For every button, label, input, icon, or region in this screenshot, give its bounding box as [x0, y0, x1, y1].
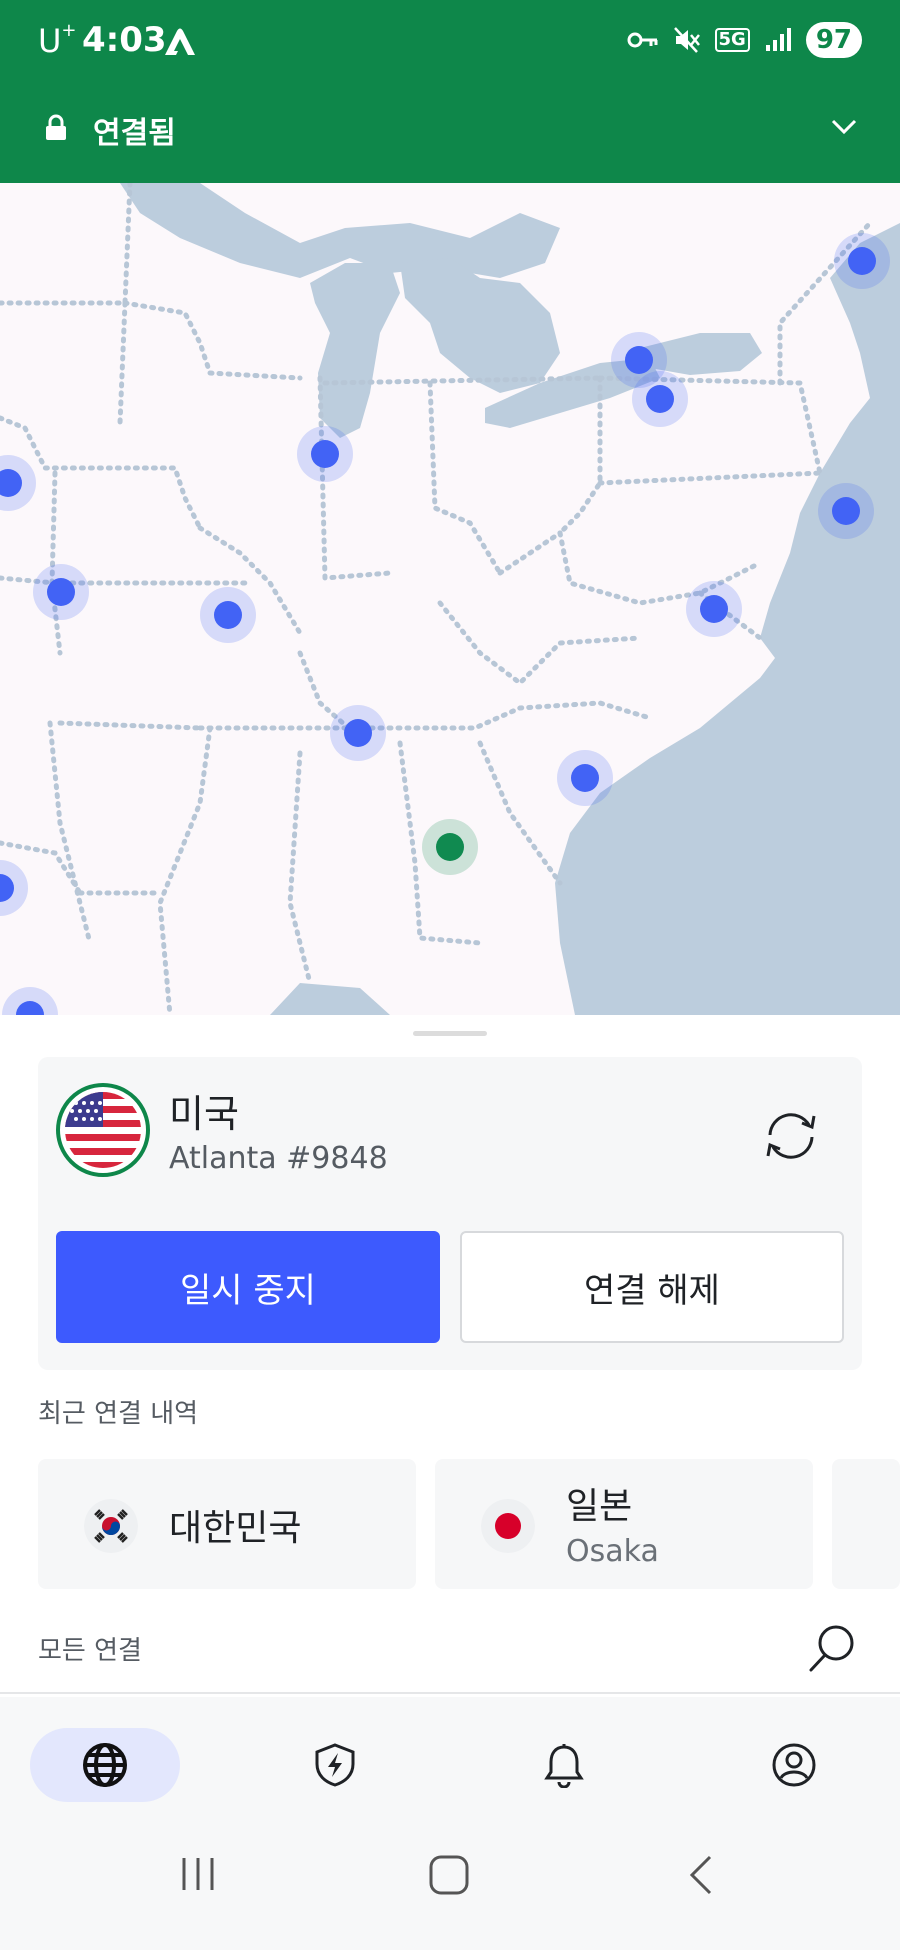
- sheet-drag-handle[interactable]: [413, 1031, 487, 1036]
- pause-button[interactable]: 일시 중지: [56, 1231, 440, 1343]
- globe-icon: [83, 1743, 127, 1787]
- status-time: 4:03: [82, 20, 167, 60]
- connection-card: 미국 Atlanta #9848 일시 중지 연결 해제: [38, 1057, 862, 1370]
- signal-icon: [765, 28, 791, 51]
- nav-tab-threat-protection[interactable]: [260, 1728, 410, 1802]
- recent-item-partial[interactable]: [832, 1459, 900, 1589]
- recent-item-korea[interactable]: 대한민국: [38, 1459, 416, 1589]
- search-icon[interactable]: [806, 1623, 858, 1675]
- home-icon[interactable]: [428, 1854, 470, 1896]
- lake-michigan: [310, 263, 400, 438]
- server-marker: [200, 587, 256, 643]
- key-icon: [627, 32, 657, 48]
- server-marker: [557, 750, 613, 806]
- mute-icon: [673, 27, 700, 53]
- lake-huron: [400, 258, 560, 393]
- recent-apps-icon[interactable]: [178, 1854, 218, 1894]
- network-type: 5G: [714, 28, 750, 52]
- lock-icon: [46, 114, 66, 140]
- lake-superior: [120, 183, 560, 278]
- gulf-of-mexico: [270, 983, 390, 1015]
- disconnect-button[interactable]: 연결 해제: [460, 1231, 844, 1343]
- map-canvas: [0, 183, 900, 1015]
- us-flag-icon: [56, 1083, 150, 1177]
- server-marker: [33, 564, 89, 620]
- recent-item-japan[interactable]: 일본 Osaka: [435, 1459, 813, 1589]
- connection-status-bar[interactable]: 연결됨: [0, 90, 900, 170]
- recent-connections-title: 최근 연결 내역: [38, 1399, 199, 1429]
- carrier-label: U+: [38, 20, 77, 60]
- connection-status-label: 연결됨: [93, 116, 176, 151]
- korea-flag-icon: [84, 1499, 138, 1553]
- server-marker: [686, 581, 742, 637]
- chevron-down-icon[interactable]: [830, 118, 858, 136]
- refresh-icon[interactable]: [762, 1111, 820, 1161]
- back-icon[interactable]: [686, 1854, 716, 1896]
- server-marker: [0, 455, 36, 511]
- connected-server: Atlanta #9848: [169, 1141, 388, 1176]
- top-bar: U+ 4:03 5G 97 연결됨: [0, 0, 900, 183]
- nav-tab-profile[interactable]: [719, 1728, 869, 1802]
- recent-item-city: Osaka: [566, 1534, 659, 1569]
- profile-icon: [772, 1743, 816, 1787]
- server-marker: [330, 705, 386, 761]
- server-marker: [834, 233, 890, 289]
- connected-server-marker: [422, 819, 478, 875]
- server-marker: [297, 426, 353, 482]
- server-marker: [0, 860, 28, 916]
- bottom-nav: [0, 1697, 900, 1812]
- recent-item-country: 일본: [566, 1486, 633, 1527]
- server-marker: [632, 371, 688, 427]
- system-nav-bar: [0, 1812, 900, 1950]
- status-bar: U+ 4:03 5G 97: [0, 0, 900, 85]
- all-connections-title: 모든 연결: [38, 1636, 142, 1666]
- status-icons: 5G 97: [627, 22, 862, 58]
- server-marker: [2, 987, 58, 1015]
- sheet-divider: [0, 1692, 900, 1694]
- bottom-sheet: 미국 Atlanta #9848 일시 중지 연결 해제 최근 연결 내역 대한…: [0, 1015, 900, 1695]
- nav-tab-notifications[interactable]: [489, 1728, 639, 1802]
- battery-badge: 97: [805, 22, 862, 58]
- server-map[interactable]: [0, 183, 900, 1015]
- shield-bolt-icon: [315, 1743, 355, 1787]
- vpn-logo-icon: [165, 28, 195, 55]
- connected-country: 미국: [169, 1092, 239, 1136]
- recent-item-country: 대한민국: [169, 1508, 302, 1549]
- japan-flag-icon: [481, 1499, 535, 1553]
- bell-icon: [544, 1744, 584, 1788]
- server-marker: [818, 483, 874, 539]
- nav-tab-map[interactable]: [30, 1728, 180, 1802]
